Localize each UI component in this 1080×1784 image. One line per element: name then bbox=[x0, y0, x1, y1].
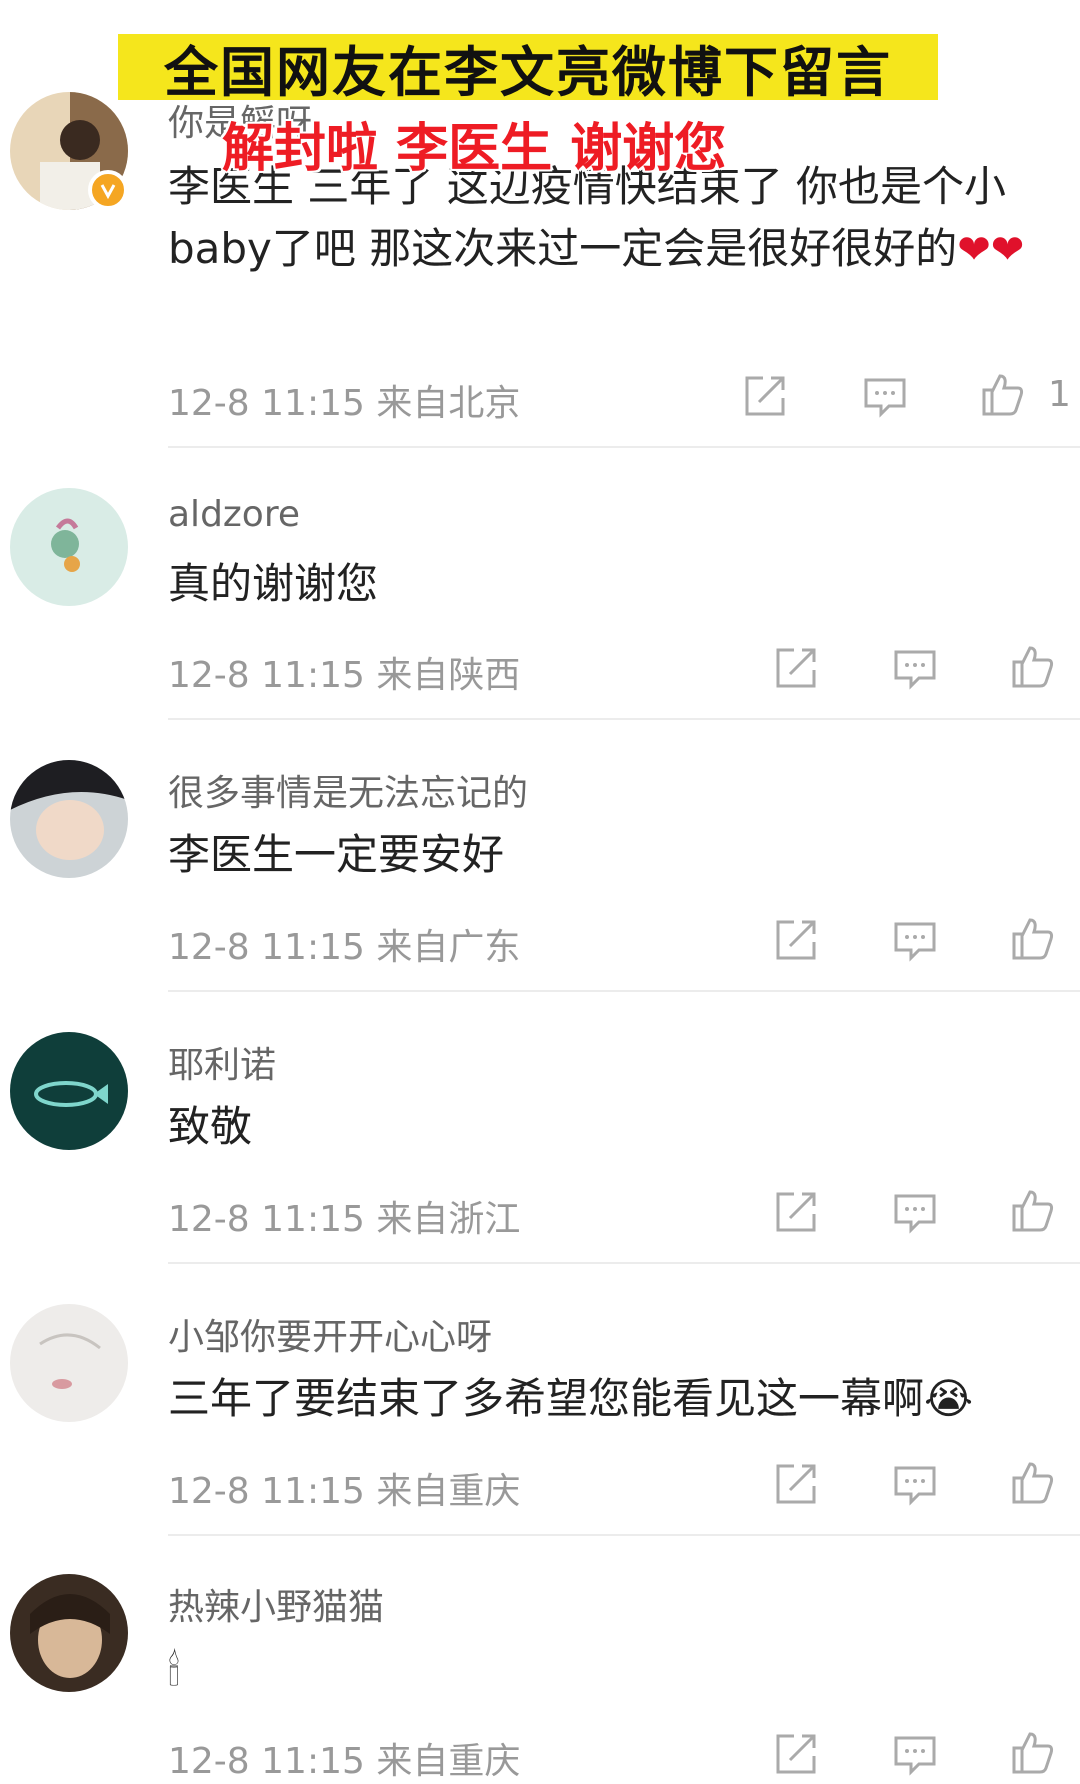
share-icon[interactable] bbox=[741, 372, 789, 420]
comment-time: 12-8 11:15 bbox=[168, 1199, 365, 1240]
comment-icon[interactable] bbox=[891, 1460, 939, 1508]
comment-text: 李医生一定要安好 bbox=[168, 830, 505, 879]
share-icon[interactable] bbox=[772, 1460, 820, 1508]
comment-meta: 12-8 11:15 来自陕西 bbox=[168, 646, 520, 698]
comment-text: 致敬 bbox=[168, 1102, 253, 1151]
comment-text: 真的谢谢您 bbox=[168, 559, 379, 608]
like-count: 1 bbox=[1048, 374, 1071, 415]
thumbs-up-icon[interactable] bbox=[978, 370, 1026, 418]
comment-icon[interactable] bbox=[891, 1188, 939, 1236]
avatar[interactable] bbox=[10, 1304, 128, 1422]
comment-meta: 12-8 11:15 来自广东 bbox=[168, 918, 520, 970]
avatar[interactable] bbox=[10, 760, 128, 878]
avatar[interactable] bbox=[10, 1032, 128, 1150]
verified-badge-icon bbox=[88, 170, 128, 210]
thumbs-up-icon[interactable] bbox=[1008, 1458, 1056, 1506]
comment-icon[interactable] bbox=[891, 916, 939, 964]
comment-location: 来自浙江 bbox=[376, 1199, 521, 1240]
thumbs-up-icon[interactable] bbox=[1008, 914, 1056, 962]
comment-text: 🕯 bbox=[168, 1646, 180, 1695]
heart-emoji: ❤❤ bbox=[957, 227, 1025, 273]
share-icon[interactable] bbox=[772, 1730, 820, 1778]
thumbs-up-icon[interactable] bbox=[1008, 642, 1056, 690]
comment-location: 来自北京 bbox=[376, 383, 521, 424]
comment-icon[interactable] bbox=[891, 1730, 939, 1778]
comment-time: 12-8 11:15 bbox=[168, 655, 365, 696]
video-caption: 解封啦 李医生 谢谢您 bbox=[222, 118, 727, 179]
comment-body: 三年了要结束了多希望您能看见这一幕啊 bbox=[168, 1374, 925, 1423]
comment-location: 来自陕西 bbox=[376, 655, 521, 696]
crying-emoji: 😭 bbox=[924, 1374, 974, 1423]
divider bbox=[168, 990, 1080, 992]
divider bbox=[168, 446, 1080, 448]
comment-time: 12-8 11:15 bbox=[168, 383, 365, 424]
divider bbox=[168, 718, 1080, 720]
divider bbox=[168, 1534, 1080, 1536]
thumbs-up-icon[interactable] bbox=[1008, 1186, 1056, 1234]
comment-time: 12-8 11:15 bbox=[168, 927, 365, 968]
avatar[interactable] bbox=[10, 1574, 128, 1692]
share-icon[interactable] bbox=[772, 916, 820, 964]
comment-meta: 12-8 11:15 来自重庆 bbox=[168, 1732, 520, 1784]
comment-username[interactable]: aldzore bbox=[168, 494, 300, 535]
thumbs-up-icon[interactable] bbox=[1008, 1728, 1056, 1776]
comment-icon[interactable] bbox=[891, 644, 939, 692]
comment-icon[interactable] bbox=[861, 372, 909, 420]
comment-time: 12-8 11:15 bbox=[168, 1741, 365, 1782]
comment-username[interactable]: 热辣小野猫猫 bbox=[168, 1578, 384, 1630]
comment-text: 三年了要结束了多希望您能看见这一幕啊😭 bbox=[168, 1368, 1068, 1430]
comment-username[interactable]: 很多事情是无法忘记的 bbox=[168, 764, 528, 816]
comment-location: 来自广东 bbox=[376, 927, 521, 968]
comment-meta: 12-8 11:15 来自浙江 bbox=[168, 1190, 520, 1242]
title-banner: 全国网友在李文亮微博下留言 bbox=[118, 34, 938, 100]
comment-meta: 12-8 11:15 来自北京 bbox=[168, 374, 520, 426]
comment-location: 来自重庆 bbox=[376, 1741, 521, 1782]
share-icon[interactable] bbox=[772, 644, 820, 692]
divider bbox=[168, 1262, 1080, 1264]
comment-username[interactable]: 耶利诺 bbox=[168, 1036, 276, 1088]
avatar[interactable] bbox=[10, 488, 128, 606]
comment-username[interactable]: 小邹你要开开心心呀 bbox=[168, 1308, 492, 1360]
comment-location: 来自重庆 bbox=[376, 1471, 521, 1512]
share-icon[interactable] bbox=[772, 1188, 820, 1236]
comment-meta: 12-8 11:15 来自重庆 bbox=[168, 1462, 520, 1514]
comment-time: 12-8 11:15 bbox=[168, 1471, 365, 1512]
